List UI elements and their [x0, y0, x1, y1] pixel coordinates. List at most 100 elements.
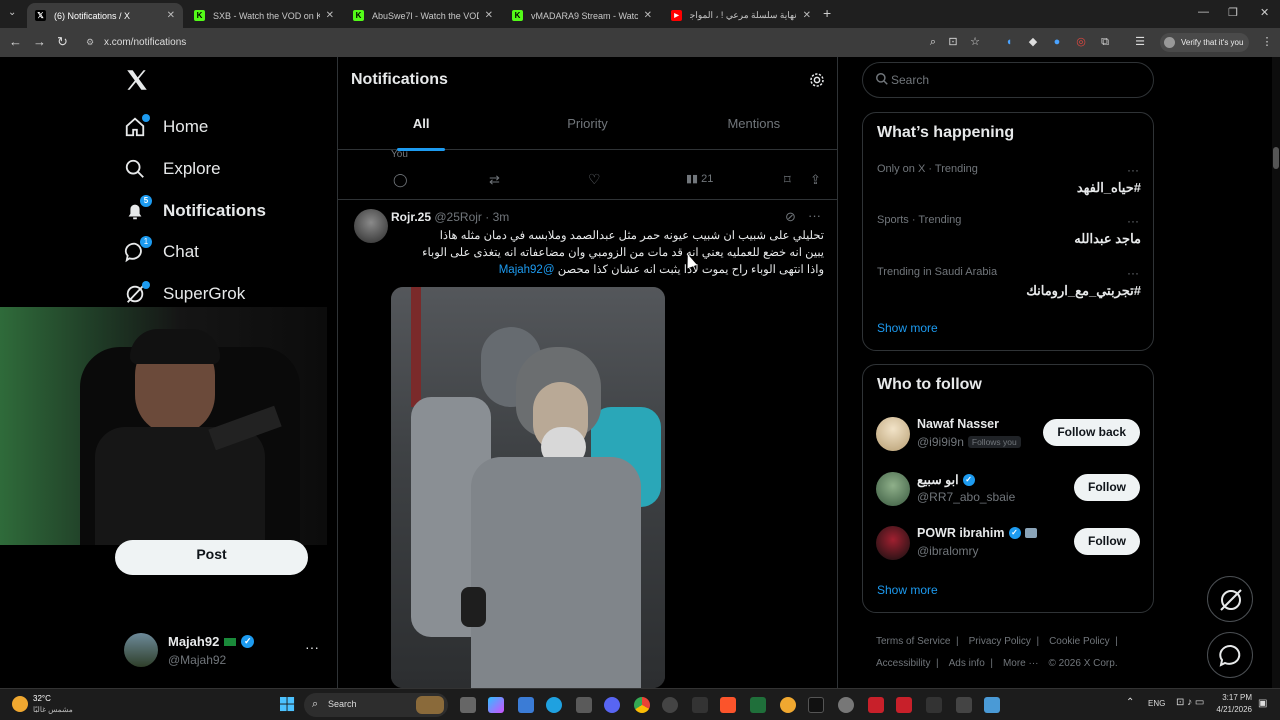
footer-link[interactable]: Terms of Service: [876, 636, 950, 647]
sidebar-item-home[interactable]: Home: [124, 114, 208, 138]
grok-floating-button[interactable]: [1207, 576, 1253, 622]
post-author-name[interactable]: Rojr.25: [391, 210, 431, 224]
sidebar-item-explore[interactable]: Explore: [124, 158, 221, 180]
follow-suggestion[interactable]: ابو سبيع ✓ @RR7_abo_sbaie Follow: [863, 468, 1153, 512]
views-stat[interactable]: ▮▮ 21: [686, 172, 713, 185]
post-button[interactable]: Post: [115, 540, 308, 575]
app-red-icon[interactable]: [868, 697, 884, 713]
footer-link[interactable]: Privacy Policy: [969, 636, 1031, 647]
browser-menu-icon[interactable]: ⋮: [1260, 35, 1274, 49]
browser-tab-3[interactable]: K AbuSwe7l - Watch the VOD on ✕: [345, 3, 501, 28]
extension-1-icon[interactable]: ◖: [1002, 35, 1016, 49]
post-time[interactable]: · 3m: [485, 210, 509, 224]
steam-icon[interactable]: [662, 697, 678, 713]
tab-priority[interactable]: Priority: [504, 116, 670, 149]
close-icon[interactable]: ✕: [485, 10, 493, 21]
trend-item[interactable]: Sports · Trending ··· ماجد عبدالله: [877, 214, 1141, 256]
like-heart-icon[interactable]: ♡: [588, 171, 601, 188]
account-switcher[interactable]: Majah92 ✓ @Majah92 ···: [124, 633, 322, 673]
browser-tab-1[interactable]: 𝕏 (6) Notifications / X ✕: [27, 3, 183, 28]
app-adobe-icon[interactable]: [896, 697, 912, 713]
bookmark-icon[interactable]: ⌑: [784, 172, 791, 188]
more-icon[interactable]: ···: [305, 639, 319, 655]
follow-back-button[interactable]: Follow back: [1043, 419, 1140, 446]
repost-icon[interactable]: ⇄: [489, 172, 500, 188]
follow-suggestion[interactable]: POWR ibrahim ✓ @ibralomry Follow: [863, 522, 1153, 566]
task-view-icon[interactable]: [460, 697, 476, 713]
weather-temp[interactable]: 32°C: [33, 694, 51, 703]
network-volume-icon[interactable]: ⊡ ♪ ▭: [1176, 697, 1204, 708]
close-icon[interactable]: ✕: [803, 10, 811, 21]
sidebar-item-supergrok[interactable]: SuperGrok: [124, 281, 245, 305]
taskbar-search[interactable]: ⌕ Search: [304, 693, 448, 717]
messages-floating-button[interactable]: [1207, 632, 1253, 678]
trend-item[interactable]: Trending in Saudi Arabia ··· #تجربتي_مع_…: [877, 266, 1141, 308]
trend-more-icon[interactable]: ···: [1127, 266, 1139, 280]
post-mention-link[interactable]: @Majah92: [499, 264, 555, 276]
discord-icon[interactable]: [604, 697, 620, 713]
footer-link[interactable]: Accessibility: [876, 658, 930, 669]
post-media-image[interactable]: [391, 287, 665, 688]
post-more-icon[interactable]: ···: [808, 208, 821, 223]
reply-icon[interactable]: ◯: [393, 172, 408, 188]
minimize-icon[interactable]: —: [1198, 6, 1209, 18]
restore-icon[interactable]: ❐: [1228, 6, 1238, 19]
extensions-puzzle-icon[interactable]: ⧉: [1098, 35, 1112, 49]
footer-link[interactable]: Ads info: [949, 658, 985, 669]
close-icon[interactable]: ✕: [326, 10, 334, 21]
browser-tab-2[interactable]: K SXB - Watch the VOD on Kick ✕: [186, 3, 342, 28]
tray-chevron-icon[interactable]: ⌃: [1126, 697, 1134, 708]
post-author-handle[interactable]: @25Rojr: [434, 210, 482, 224]
reload-icon[interactable]: ↻: [57, 34, 68, 50]
site-info-icon[interactable]: ⚙: [86, 32, 94, 53]
sidebar-item-chat[interactable]: 1 Chat: [124, 236, 199, 263]
photos-icon[interactable]: [984, 697, 1000, 713]
browser-tab-4[interactable]: K vMADARA9 Stream - Watch Live ✕: [504, 3, 660, 28]
edge-icon[interactable]: [546, 697, 562, 713]
follow-button[interactable]: Follow: [1074, 528, 1140, 555]
follow-suggestion[interactable]: Nawaf Nasser @i9i9i9n Follows you Follow…: [863, 413, 1153, 457]
capcut-icon[interactable]: [926, 697, 942, 713]
new-tab-button[interactable]: +: [823, 5, 831, 21]
close-icon[interactable]: ✕: [644, 10, 652, 21]
notification-center-icon[interactable]: ▣: [1258, 698, 1267, 709]
app-icon[interactable]: [692, 697, 708, 713]
tab-search-icon[interactable]: ⌄: [8, 7, 16, 18]
language-indicator[interactable]: ENG: [1148, 699, 1165, 708]
footer-link[interactable]: Cookie Policy: [1049, 636, 1110, 647]
forward-arrow-icon[interactable]: →: [33, 34, 46, 49]
tab-all[interactable]: All: [338, 116, 504, 151]
bookmark-star-icon[interactable]: ☆: [968, 35, 982, 49]
install-app-icon[interactable]: ⊡: [946, 35, 960, 49]
footer-more-link[interactable]: More ···: [1003, 658, 1039, 669]
grok-post-icon[interactable]: ⊘: [785, 209, 796, 225]
notes-icon[interactable]: [780, 697, 796, 713]
verify-profile-chip[interactable]: Verify that it's you: [1160, 33, 1250, 52]
trend-more-icon[interactable]: ···: [1127, 163, 1139, 177]
scrollbar[interactable]: [1272, 57, 1280, 688]
extension-3-icon[interactable]: ●: [1050, 35, 1064, 49]
file-explorer-icon[interactable]: [518, 697, 534, 713]
x-logo-icon[interactable]: [124, 67, 150, 93]
zoom-icon[interactable]: ⌕: [926, 35, 940, 49]
clock-time[interactable]: 3:17 PM: [1214, 693, 1252, 702]
browser-tab-5[interactable]: ▶ نهاية سلسلة مرعي ! ، المواجهة ال ✕: [663, 3, 819, 28]
clock-date[interactable]: 4/21/2026: [1212, 705, 1252, 714]
weather-sun-icon[interactable]: [12, 696, 28, 712]
tiktok-icon[interactable]: [808, 697, 824, 713]
close-icon[interactable]: ✕: [167, 10, 175, 21]
show-more-link[interactable]: Show more: [877, 321, 938, 335]
scrollbar-thumb[interactable]: [1273, 147, 1279, 169]
chrome-icon[interactable]: [634, 697, 650, 713]
obs-icon[interactable]: [838, 697, 854, 713]
window-close-icon[interactable]: ✕: [1260, 6, 1269, 19]
follow-button[interactable]: Follow: [1074, 474, 1140, 501]
settings-gear-icon[interactable]: [808, 71, 826, 89]
post-author-avatar[interactable]: [354, 209, 388, 243]
show-more-link[interactable]: Show more: [877, 583, 938, 597]
extension-4-icon[interactable]: ◎: [1074, 35, 1088, 49]
reading-list-icon[interactable]: ☰: [1133, 35, 1147, 49]
extension-2-icon[interactable]: ◆: [1026, 35, 1040, 49]
trend-item[interactable]: Only on X · Trending ··· #حياه_الفهد: [877, 163, 1141, 205]
back-arrow-icon[interactable]: ←: [9, 34, 22, 49]
